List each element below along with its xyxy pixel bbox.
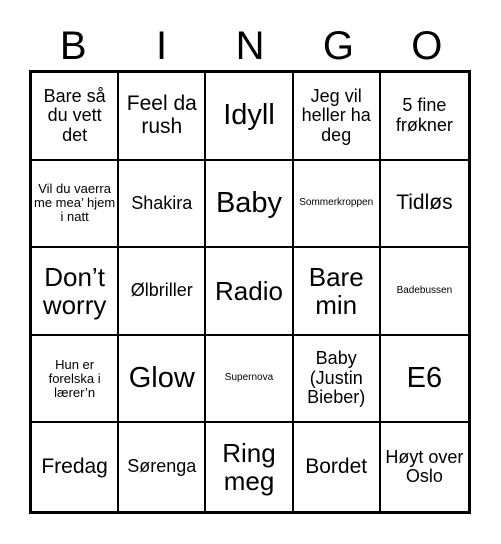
bingo-header-letter-b: B [59,24,87,68]
bingo-header-letter-g: G [322,24,354,68]
bingo-cell-r4c5[interactable]: E6 [380,335,468,424]
bingo-cell-label: Vil du vaerra me mea’ hjem i natt [34,181,116,225]
bingo-cell-label: Shakira [131,192,193,213]
bingo-cell-r4c2[interactable]: Glow [119,335,207,424]
bingo-cell-label: Bordet [305,454,368,478]
bingo-header-row: B I N G O [29,22,471,70]
bingo-cell-r2c3[interactable]: Baby [206,160,294,249]
bingo-cell-label: Badebussen [396,284,453,296]
bingo-cell-label: Jeg vil heller ha deg [301,85,371,145]
bingo-cell-r2c5[interactable]: Tidløs [380,160,468,249]
bingo-cell-label: 5 fine frøkner [395,95,453,135]
bingo-cell-r4c4[interactable]: Baby (Justin Bieber) [293,335,381,424]
bingo-cell-label: Supernova [224,372,274,384]
bingo-cell-r1c1[interactable]: Bare så du vett det [32,73,120,161]
bingo-cell-r2c4[interactable]: Sommerkroppen [293,160,381,249]
bingo-cell-label: Don’t worry [42,261,107,320]
bingo-cell-label: Bare min [308,261,364,320]
bingo-cell-r1c2[interactable]: Feel da rush [119,73,207,161]
bingo-grid: Bare så du vett det Feel da rush Idyll Jeg … [29,70,471,514]
bingo-cell-label: Fredag [41,454,108,478]
bingo-cell-r5c5[interactable]: Høyt over Oslo [380,423,468,511]
bingo-cell-r1c3[interactable]: Idyll [206,73,294,161]
bingo-cell-r5c2[interactable]: Sørenga [119,423,207,511]
bingo-cell-r1c4[interactable]: Jeg vil heller ha deg [293,73,381,161]
bingo-cell-label: Baby [215,186,283,219]
bingo-cell-r3c2[interactable]: Ølbriller [119,248,207,336]
bingo-cell-label: Ølbriller [130,280,193,301]
bingo-header-letter-o: O [411,24,443,68]
bingo-cell-r1c5[interactable]: 5 fine frøkner [380,73,468,161]
bingo-cell-label: Idyll [223,99,275,132]
bingo-cell-label: Bare så du vett det [43,85,106,145]
bingo-cell-label: Sommerkroppen [299,196,374,208]
bingo-cell-label: Hun er forelska i lærer’n [48,356,101,400]
bingo-cell-r2c1[interactable]: Vil du vaerra me mea’ hjem i natt [32,160,120,249]
bingo-cell-r5c3[interactable]: Ring meg [206,423,294,511]
bingo-cell-r5c1[interactable]: Fredag [32,423,120,511]
bingo-cell-r4c3[interactable]: Supernova [206,335,294,424]
bingo-card: B I N G O Bare så du vett det Feel da rus… [0,0,501,544]
bingo-cell-r3c1[interactable]: Don’t worry [32,248,120,336]
bingo-cell-label: Tidløs [396,191,453,215]
bingo-cell-label: Feel da rush [126,92,197,138]
bingo-cell-r3c4[interactable]: Bare min [293,248,381,336]
bingo-cell-r5c4[interactable]: Bordet [293,423,381,511]
bingo-header-letter-n: N [235,24,265,68]
bingo-cell-label: Baby (Justin Bieber) [307,348,366,408]
bingo-cell-r4c1[interactable]: Hun er forelska i lærer’n [32,335,120,424]
bingo-cell-label: Radio [215,275,283,306]
bingo-cell-label: Høyt over Oslo [385,446,464,487]
bingo-cell-label: Glow [128,361,195,394]
bingo-cell-label: Ring meg [222,438,276,497]
bingo-cell-r3c3[interactable]: Radio [206,248,294,336]
bingo-cell-r2c2[interactable]: Shakira [119,160,207,249]
bingo-cell-label: Sørenga [127,456,197,477]
bingo-cell-label: E6 [406,361,443,394]
bingo-cell-r3c5[interactable]: Badebussen [380,248,468,336]
bingo-header-letter-i: I [156,24,168,68]
